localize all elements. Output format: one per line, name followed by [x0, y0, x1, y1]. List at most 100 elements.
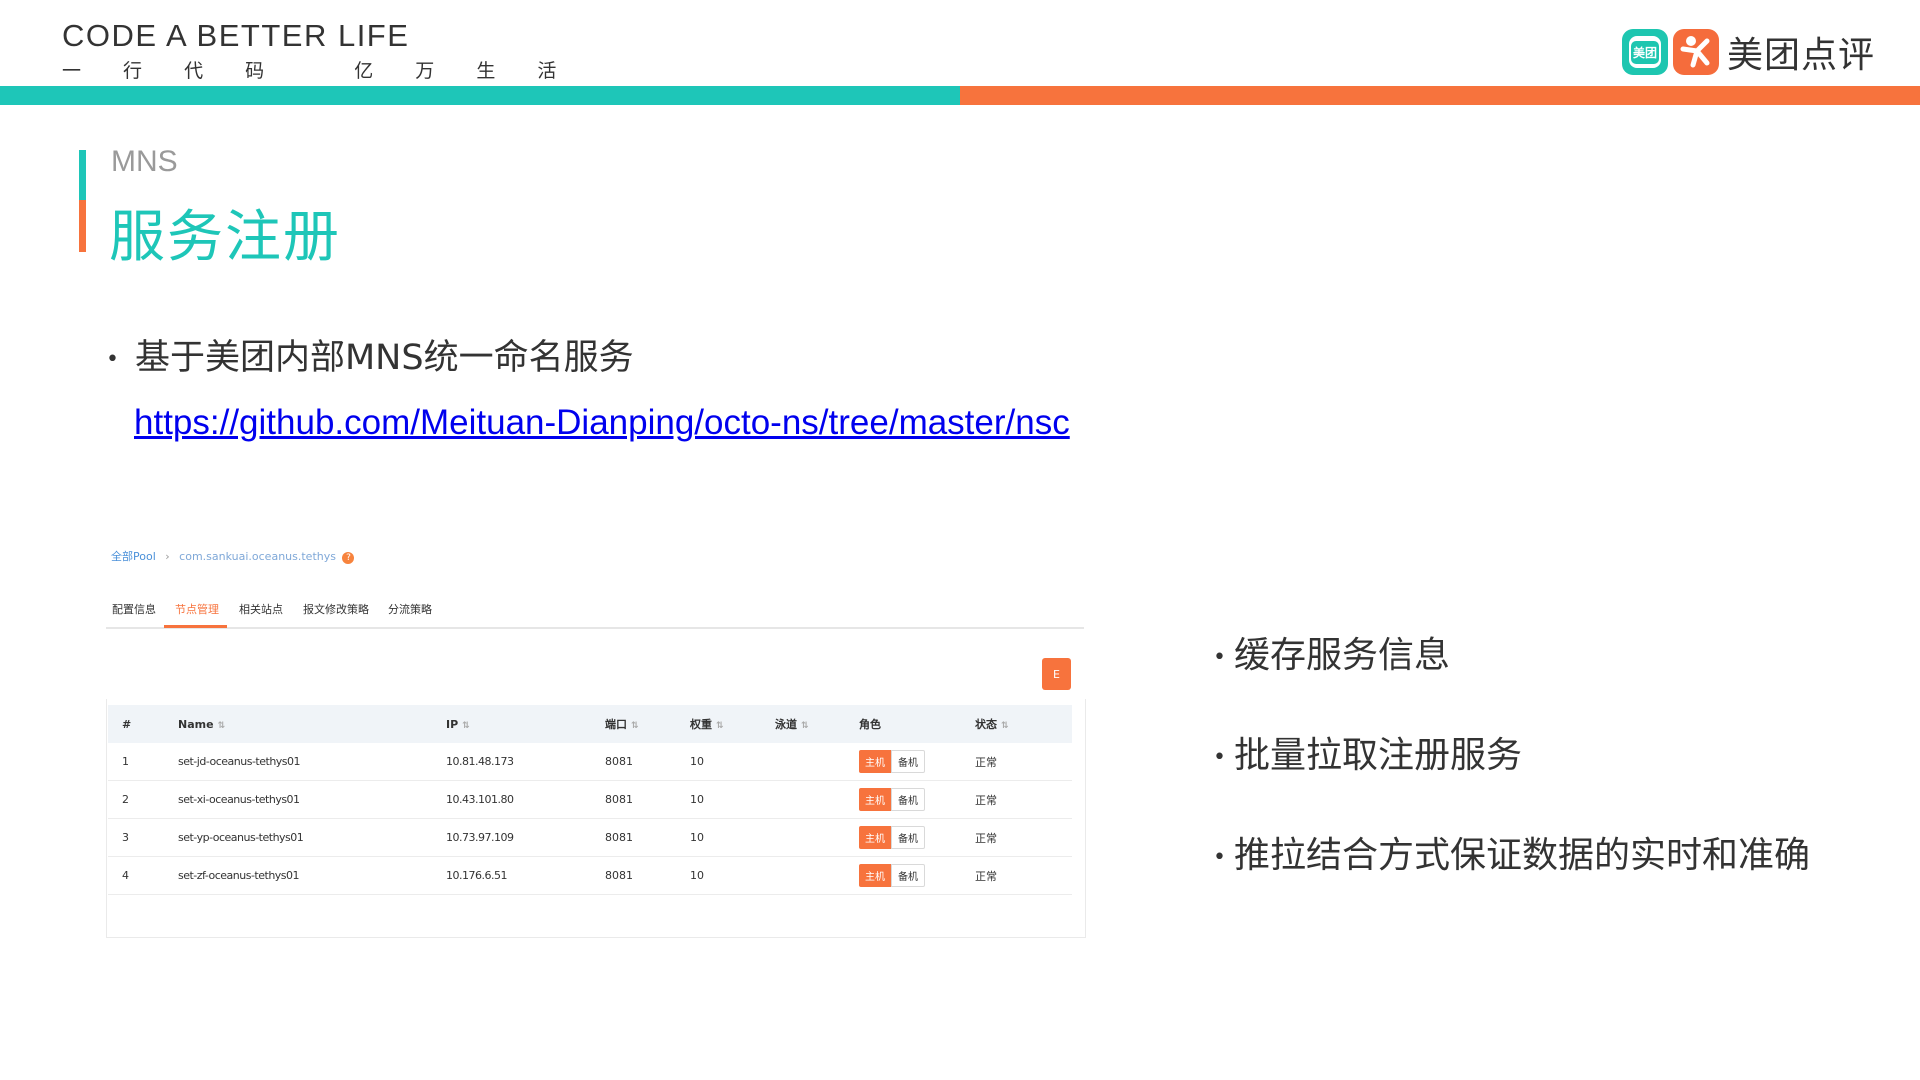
bullet-mns: • 基于美团内部MNS统一命名服务	[106, 329, 634, 380]
cell-port: 8081	[591, 818, 676, 857]
column-header-ip[interactable]: IP ⇅	[432, 705, 591, 743]
help-icon[interactable]: ?	[342, 552, 355, 564]
tab-message-policy[interactable]: 报文修改策略	[303, 601, 369, 617]
node-management-screenshot: 全部Pool › com.sankuai.oceanus.tethys ? 配置…	[106, 540, 1086, 938]
bullet-dot-icon: •	[106, 346, 119, 372]
repo-link[interactable]: https://github.com/Meituan-Dianping/octo…	[134, 403, 1070, 443]
tab-node-management[interactable]: 节点管理	[175, 601, 219, 617]
cell-port: 8081	[591, 856, 676, 895]
cell-ip: 10.176.6.51	[432, 856, 591, 895]
title-accent-orange	[79, 200, 86, 252]
tab-config-info[interactable]: 配置信息	[112, 601, 156, 617]
cell-port: 8081	[591, 780, 676, 819]
cell-lane	[761, 856, 845, 895]
cell-name: set-xi-oceanus-tethys01	[164, 780, 432, 819]
cell-lane	[761, 743, 845, 781]
cell-name: set-zf-oceanus-tethys01	[164, 856, 432, 895]
column-header-port[interactable]: 端口 ⇅	[591, 705, 676, 743]
role-main-button[interactable]: 主机	[859, 750, 891, 773]
slide-title: 服务注册	[109, 205, 341, 270]
role-backup-button[interactable]: 备机	[891, 788, 925, 811]
sort-icon[interactable]: ⇅	[1001, 721, 1009, 731]
brand-logo: 美团 美团点评	[1622, 26, 1875, 78]
cell-status: 正常	[961, 818, 1072, 857]
side-bullet-cache: • 缓存服务信息	[1213, 626, 1450, 678]
section-kicker: MNS	[111, 145, 178, 178]
sort-icon[interactable]: ⇅	[716, 721, 724, 731]
column-header-weight[interactable]: 权重 ⇅	[676, 705, 761, 743]
table-row: 3 set-yp-oceanus-tethys01 10.73.97.109 8…	[108, 818, 1072, 857]
active-tab-indicator	[164, 625, 227, 628]
role-main-button[interactable]: 主机	[859, 864, 891, 887]
meituan-logo-text: 美团	[1630, 40, 1659, 64]
side-bullet-batch: • 批量拉取注册服务	[1213, 726, 1522, 778]
column-header-lane[interactable]: 泳道 ⇅	[761, 705, 845, 743]
slogan-chinese: 一 行 代 码 亿 万 生 活	[62, 60, 575, 82]
role-backup-button[interactable]: 备机	[891, 750, 925, 773]
bullet-dot-icon: •	[1213, 644, 1226, 670]
cell-ip: 10.81.48.173	[432, 743, 591, 781]
cell-status: 正常	[961, 780, 1072, 819]
cell-weight: 10	[676, 818, 761, 857]
chevron-right-icon: ›	[165, 550, 170, 563]
table-row: 4 set-zf-oceanus-tethys01 10.176.6.51 80…	[108, 856, 1072, 895]
bullet-dot-icon: •	[1213, 844, 1226, 870]
node-table: # Name ⇅ IP ⇅ 端口 ⇅ 权重 ⇅ 泳道 ⇅ 角色 状态 ⇅ 1 set-jd-…	[108, 705, 1072, 895]
tab-related-sites[interactable]: 相关站点	[239, 601, 283, 617]
side-bullet-text: 批量拉取注册服务	[1233, 735, 1522, 776]
cell-role: 主机 备机	[845, 818, 961, 857]
slogan: CODE A BETTER LIFE 一 行 代 码 亿 万 生 活	[62, 18, 574, 83]
cell-ip: 10.43.101.80	[432, 780, 591, 819]
header-bar-orange	[960, 86, 1920, 105]
header-bar-teal	[0, 86, 960, 105]
breadcrumb-root[interactable]: 全部Pool	[111, 550, 156, 563]
sort-icon[interactable]: ⇅	[462, 721, 470, 731]
column-header-name[interactable]: Name ⇅	[164, 705, 432, 743]
cell-index: 1	[108, 743, 164, 781]
breadcrumb: 全部Pool › com.sankuai.oceanus.tethys ?	[111, 548, 355, 564]
cell-name: set-yp-oceanus-tethys01	[164, 818, 432, 857]
cell-name: set-jd-oceanus-tethys01	[164, 743, 432, 781]
sort-icon[interactable]: ⇅	[801, 721, 809, 731]
cell-index: 2	[108, 780, 164, 819]
cell-port: 8081	[591, 743, 676, 781]
cell-weight: 10	[676, 856, 761, 895]
cell-role: 主机 备机	[845, 743, 961, 781]
role-main-button[interactable]: 主机	[859, 788, 891, 811]
role-backup-button[interactable]: 备机	[891, 826, 925, 849]
table-row: 2 set-xi-oceanus-tethys01 10.43.101.80 8…	[108, 780, 1072, 819]
cell-weight: 10	[676, 743, 761, 781]
column-header-status[interactable]: 状态 ⇅	[961, 705, 1072, 743]
export-button[interactable]: E	[1042, 658, 1071, 690]
sort-icon[interactable]: ⇅	[218, 721, 226, 731]
cell-status: 正常	[961, 743, 1072, 781]
role-backup-button[interactable]: 备机	[891, 864, 925, 887]
bullet-dot-icon: •	[1213, 744, 1226, 770]
breadcrumb-current: com.sankuai.oceanus.tethys	[179, 550, 336, 563]
column-header-role: 角色	[845, 705, 961, 743]
cell-index: 4	[108, 856, 164, 895]
table-header-row: # Name ⇅ IP ⇅ 端口 ⇅ 权重 ⇅ 泳道 ⇅ 角色 状态 ⇅	[108, 705, 1072, 743]
side-bullet-push-pull: • 推拉结合方式保证数据的实时和准确	[1213, 826, 1810, 878]
cell-lane	[761, 818, 845, 857]
column-header-index: #	[108, 705, 164, 743]
side-bullet-text: 缓存服务信息	[1233, 635, 1450, 676]
meituan-logo-icon: 美团	[1622, 29, 1668, 75]
cell-role: 主机 备机	[845, 856, 961, 895]
tab-traffic-policy[interactable]: 分流策略	[388, 601, 432, 617]
table-row: 1 set-jd-oceanus-tethys01 10.81.48.173 8…	[108, 743, 1072, 781]
cell-status: 正常	[961, 856, 1072, 895]
role-main-button[interactable]: 主机	[859, 826, 891, 849]
cell-weight: 10	[676, 780, 761, 819]
slogan-english: CODE A BETTER LIFE	[62, 18, 410, 53]
side-bullet-text: 推拉结合方式保证数据的实时和准确	[1233, 835, 1810, 876]
title-accent-teal	[79, 150, 86, 200]
brand-name: 美团点评	[1727, 35, 1876, 76]
tab-bar: 配置信息 节点管理 相关站点 报文修改策略 分流策略	[106, 595, 1084, 629]
sort-icon[interactable]: ⇅	[631, 721, 639, 731]
cell-lane	[761, 780, 845, 819]
cell-index: 3	[108, 818, 164, 857]
cell-ip: 10.73.97.109	[432, 818, 591, 857]
dianping-logo-icon	[1673, 29, 1719, 75]
cell-role: 主机 备机	[845, 780, 961, 819]
